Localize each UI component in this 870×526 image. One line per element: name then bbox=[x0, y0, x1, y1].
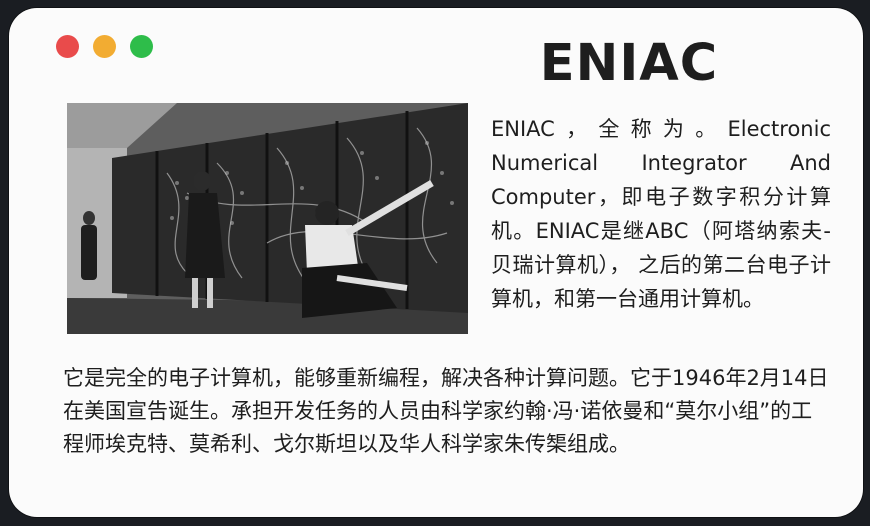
minimize-button[interactable] bbox=[93, 35, 116, 58]
intro-paragraph: ENIAC，全称为。Electronic Numerical Integrato… bbox=[491, 117, 831, 311]
description-paragraph: 它是完全的电子计算机，能够重新编程，解决各种计算问题。它于1946年2月14日在… bbox=[63, 366, 829, 456]
page-title: ENIAC bbox=[539, 34, 719, 93]
maximize-button[interactable] bbox=[130, 35, 153, 58]
info-card: ENIAC ENIAC，全称为。Electronic Numerical Int… bbox=[9, 8, 863, 517]
close-button[interactable] bbox=[56, 35, 79, 58]
eniac-photo bbox=[67, 103, 468, 334]
window-controls bbox=[56, 35, 153, 58]
